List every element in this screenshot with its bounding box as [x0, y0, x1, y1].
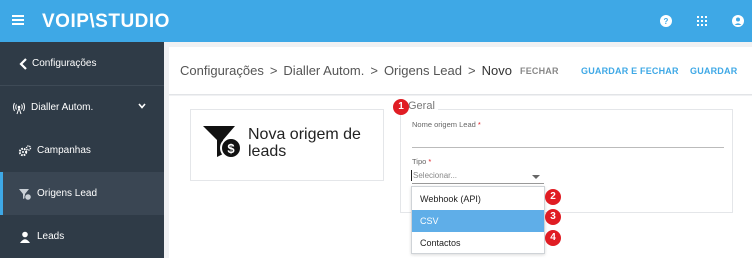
text-cursor — [411, 170, 412, 181]
svg-text:$: $ — [227, 141, 235, 156]
type-select-value: Selecionar... — [413, 171, 458, 180]
fieldset-legend: Geral — [405, 100, 438, 112]
lead-source-name-input[interactable] — [412, 147, 724, 148]
option-webhook-api[interactable]: Webhook (API) — [412, 188, 544, 210]
sidebar-item-label: Campanhas — [37, 145, 91, 156]
chevron-left-icon — [19, 58, 27, 70]
sidebar-item-origens-lead[interactable]: Origens Lead — [0, 172, 164, 215]
type-select[interactable]: Selecionar... — [411, 168, 543, 184]
option-contactos[interactable]: Contactos — [412, 232, 544, 254]
option-csv[interactable]: CSV — [412, 210, 544, 232]
close-button[interactable]: FECHAR — [520, 66, 559, 76]
funnel-dollar-icon — [19, 189, 32, 201]
app-logo[interactable]: VOIP\STUDIO — [42, 11, 170, 33]
breadcrumb-item[interactable]: Origens Lead — [384, 63, 462, 78]
gears-icon — [18, 145, 32, 157]
svg-text:?: ? — [664, 17, 669, 26]
page-title: Nova origem de leads — [248, 126, 361, 160]
type-label: Tipo * — [412, 157, 432, 166]
breadcrumb-current: Novo — [481, 63, 512, 78]
caret-down-icon[interactable] — [532, 175, 540, 179]
callout-badge-2: 2 — [545, 189, 561, 205]
sidebar-item-dialler[interactable]: Dialler Autom. — [0, 86, 164, 129]
lead-source-name-label: Nome origem Lead * — [412, 120, 481, 129]
sidebar-item-label: Dialler Autom. — [31, 102, 94, 113]
hamburger-menu-icon[interactable] — [12, 15, 24, 25]
callout-badge-4: 4 — [545, 230, 561, 246]
sidebar-item-label: Origens Lead — [37, 188, 98, 199]
sidebar-item-configuracoes[interactable]: Configurações — [0, 42, 164, 85]
sidebar-item-leads[interactable]: Leads — [0, 215, 164, 258]
help-icon[interactable]: ? — [658, 13, 674, 29]
sidebar: Configurações Dialler Autom. Campanhas O… — [0, 42, 164, 258]
type-select-underline — [412, 183, 544, 184]
chevron-down-icon[interactable] — [138, 103, 146, 109]
type-dropdown-menu: Webhook (API) CSV Contactos — [411, 186, 545, 254]
sidebar-item-campanhas[interactable]: Campanhas — [0, 129, 164, 172]
user-icon — [20, 231, 30, 243]
callout-badge-1: 1 — [393, 99, 409, 115]
active-indicator — [0, 172, 3, 215]
page-title-card: $ Nova origem de leads — [190, 109, 384, 181]
breadcrumb: Configurações > Dialler Autom. > Origens Lea… — [180, 63, 512, 78]
save-button[interactable]: GUARDAR — [690, 66, 737, 76]
sidebar-item-label: Configurações — [32, 58, 97, 69]
page-header: Configurações > Dialler Autom. > Origens Lea… — [169, 47, 752, 95]
breadcrumb-item[interactable]: Dialler Autom. — [283, 63, 364, 78]
top-bar: VOIP\STUDIO ? — [0, 0, 752, 42]
apps-grid-icon[interactable] — [694, 13, 710, 29]
main-area: Configurações > Dialler Autom. > Origens Lea… — [164, 42, 752, 258]
callout-badge-3: 3 — [545, 209, 561, 225]
funnel-dollar-icon: $ — [203, 126, 242, 159]
breadcrumb-item[interactable]: Configurações — [180, 63, 264, 78]
broadcast-icon — [13, 102, 25, 115]
sidebar-item-label: Leads — [37, 231, 65, 242]
user-icon[interactable] — [730, 13, 746, 29]
save-and-close-button[interactable]: GUARDAR E FECHAR — [581, 66, 679, 76]
